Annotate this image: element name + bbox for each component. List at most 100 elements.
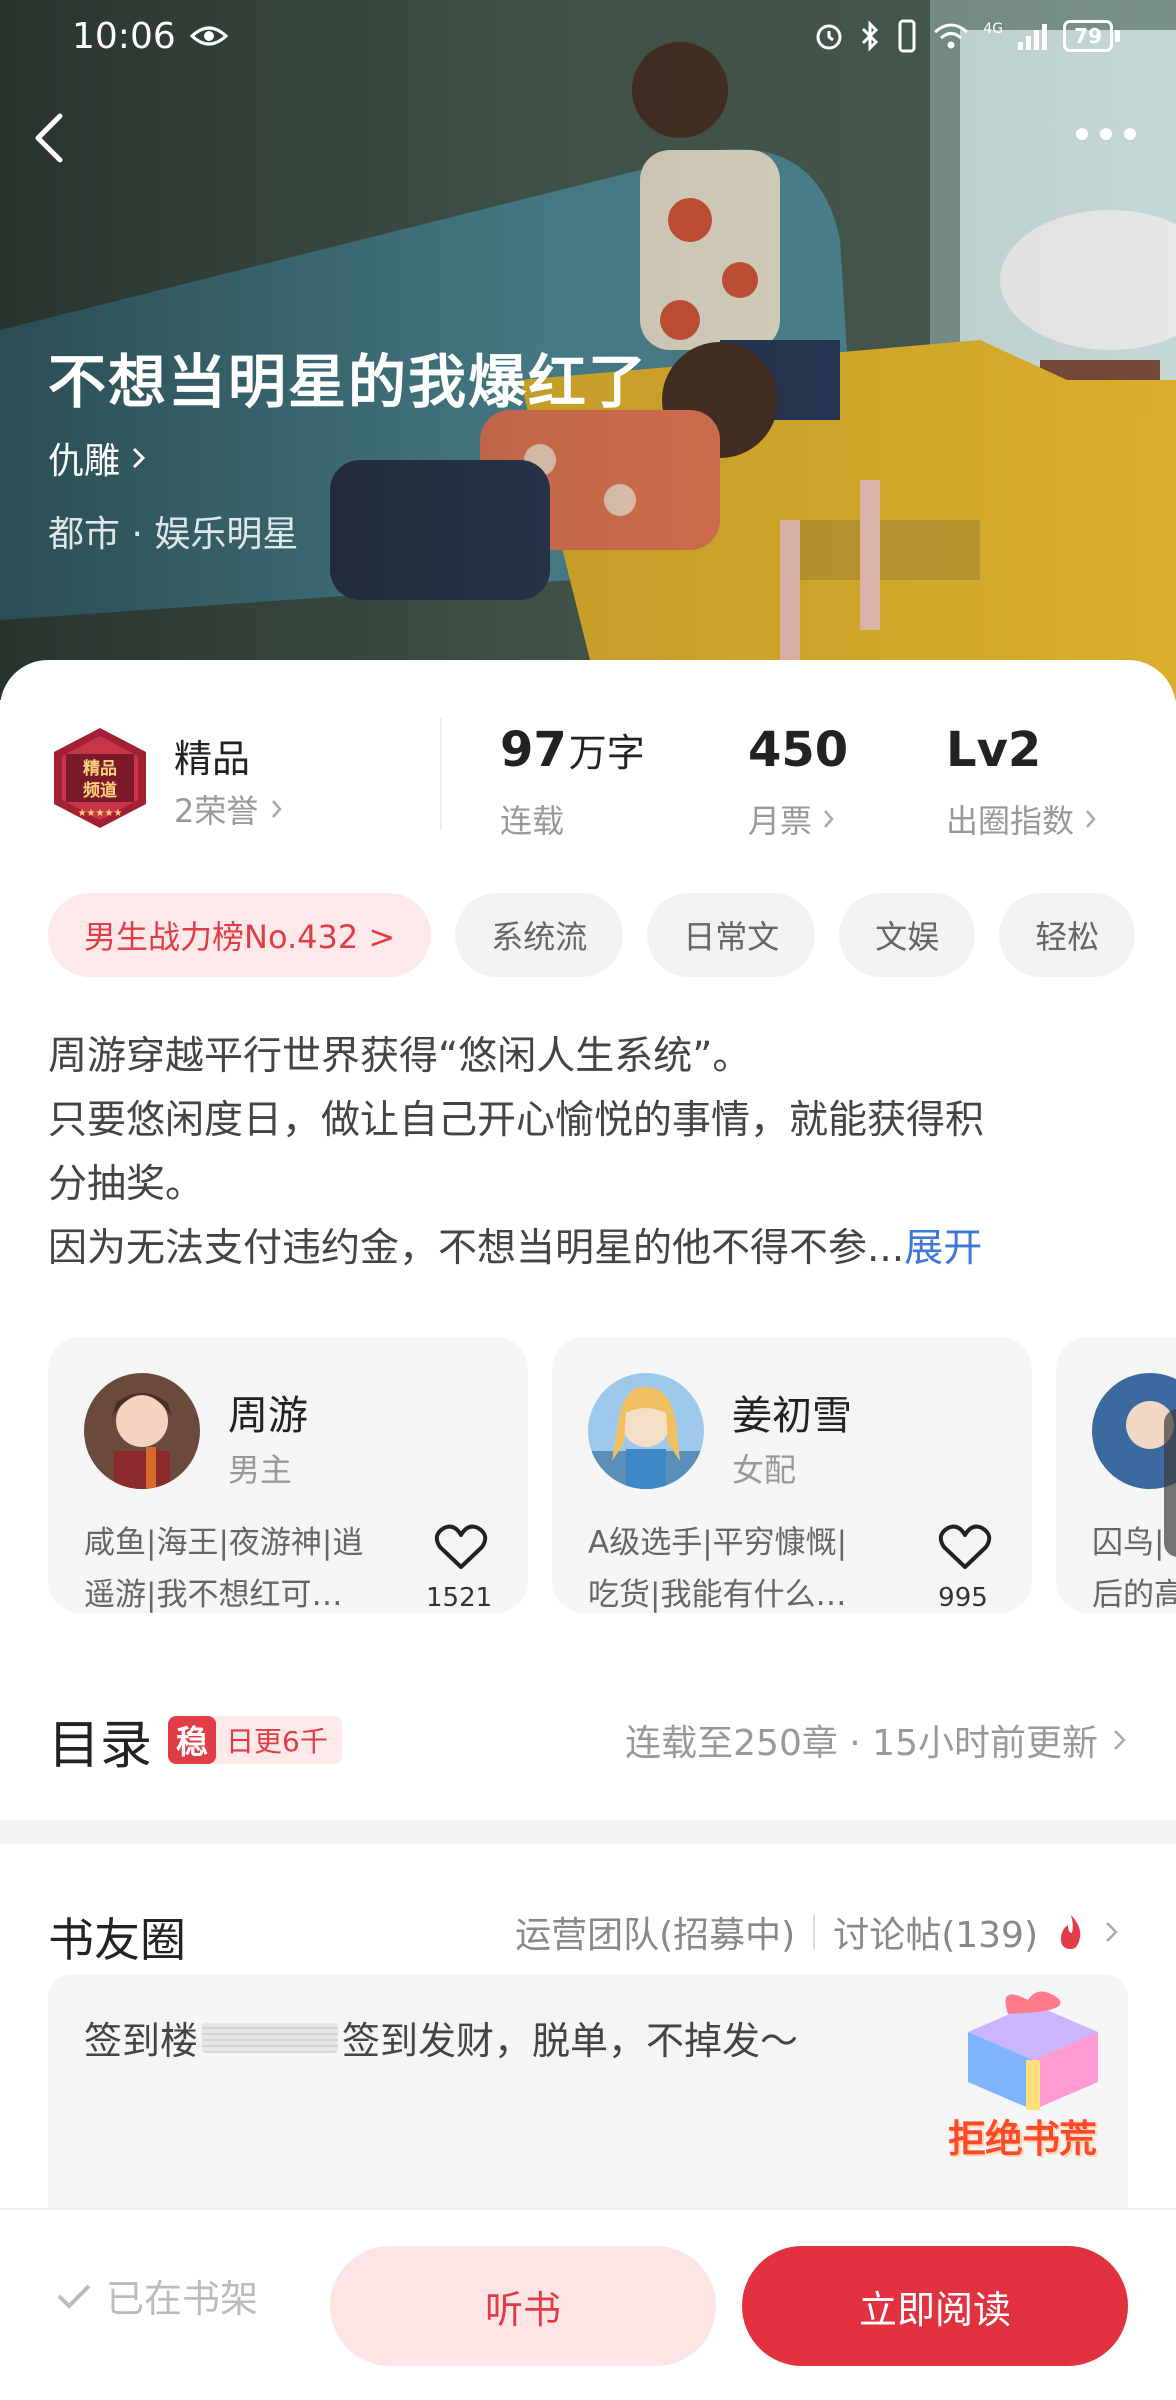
chevron-right-icon	[132, 447, 146, 469]
chevron-right-icon	[1114, 1730, 1126, 1750]
premium-channel-badge-icon[interactable]: 精品 频道 ★★★★★	[48, 724, 152, 832]
signal-icon	[1018, 24, 1048, 50]
catalog-row[interactable]: 目录 稳 日更6千 连载至250章 · 15小时前更新	[48, 1700, 1128, 1780]
character-list: 周游 男主 咸鱼|海王|夜游神|逍 遥游|我不想红可… 1521 姜初雪 女配 …	[48, 1337, 1176, 1613]
discussion-link[interactable]: 讨论帖(139)	[833, 1906, 1038, 1958]
character-desc-line: A级选手|平穷慷慨|	[588, 1525, 848, 1561]
intro-line: 因为无法支付违约金，不想当明星的他不得不参...	[48, 1226, 905, 1271]
tag-list: 男生战力榜No.432 > 系统流 日常文 文娱 轻松	[48, 893, 1176, 977]
character-desc-line: 吃货|我能有什么…	[588, 1577, 847, 1613]
tag-chip[interactable]: 日常文	[647, 893, 816, 977]
chevron-right-icon	[824, 810, 834, 828]
book-genre: 都市 · 娱乐明星	[48, 514, 299, 555]
book-circle-section: 书友圈 运营团队(招募中) 讨论帖(139) 签到楼 签到发财，脱单，不掉发～ …	[0, 1844, 1176, 2274]
vibrate-icon	[898, 19, 916, 53]
battery-tip	[1115, 30, 1120, 42]
svg-text:频道: 频道	[83, 780, 117, 801]
tag-chip[interactable]: 文娱	[839, 893, 976, 977]
post-suffix: 签到发财，脱单，不掉发～	[342, 2019, 799, 2063]
character-desc-line: 遥游|我不想红可…	[84, 1577, 343, 1613]
more-options-icon[interactable]	[1072, 120, 1140, 148]
word-count-value: 97	[500, 722, 567, 778]
character-desc-line: 咸鱼|海王|夜游神|逍	[84, 1525, 364, 1561]
like-count: 1521	[426, 1583, 493, 1613]
chevron-right-icon[interactable]	[1104, 1918, 1120, 1946]
tag-chip[interactable]: 系统流	[455, 893, 624, 977]
character-desc-line: 后的高	[1092, 1577, 1176, 1613]
author-name: 仇雕	[48, 441, 121, 482]
back-arrow-icon[interactable]	[30, 108, 70, 168]
like-count: 995	[938, 1583, 988, 1613]
character-avatar	[84, 1373, 200, 1489]
hero-cover: 10:06 4G 79 不想当明星的我爆红了 仇雕 都市 · 娱乐明星	[0, 0, 1176, 700]
character-role: 女配	[732, 1451, 797, 1489]
book-stats: 精品 频道 ★★★★★ 精品 2荣誉 97 万字 连载 450 月票 Lv2 出圈…	[48, 710, 1148, 850]
post-prefix: 签到楼	[84, 2019, 199, 2063]
alarm-icon	[816, 24, 842, 50]
expand-link[interactable]: 展开	[904, 1226, 982, 1271]
status-time: 10:06	[72, 15, 176, 57]
character-card[interactable]: 周游 男主 咸鱼|海王|夜游神|逍 遥游|我不想红可… 1521	[48, 1337, 528, 1613]
wifi-icon	[934, 23, 969, 49]
chapter-status: 连载至250章 · 15小时前更新	[625, 1723, 1098, 1764]
character-card[interactable]: 囚鸟| 后的高 更 多 角 色	[1056, 1337, 1176, 1613]
in-shelf-label: 已在书架	[106, 2277, 259, 2321]
word-count-unit: 万字	[568, 731, 645, 775]
intro-line: 分抽奖。	[48, 1162, 205, 1207]
bluetooth-icon	[862, 20, 879, 52]
chevron-right-icon	[272, 800, 283, 818]
operation-team-link[interactable]: 运营团队(招募中)	[515, 1906, 795, 1958]
circle-title: 书友圈	[48, 1913, 186, 1967]
check-icon	[57, 2284, 91, 2309]
character-name: 姜初雪	[732, 1393, 852, 1439]
update-frequency: 日更6千	[226, 1725, 328, 1758]
character-role: 男主	[228, 1451, 293, 1489]
popularity-level: Lv2	[946, 722, 1042, 778]
svg-text:精品: 精品	[83, 758, 117, 779]
book-title: 不想当明星的我爆红了	[48, 348, 649, 416]
bottom-action-bar: 已在书架 听书 立即阅读	[0, 2208, 1176, 2400]
network-type: 4G	[983, 21, 1004, 37]
catalog-title: 目录	[48, 1715, 153, 1776]
premium-label: 精品	[174, 737, 251, 781]
character-desc: 咸鱼|海王|夜游神|逍 遥游|我不想红可…	[84, 1517, 424, 1613]
serial-status: 连载	[500, 802, 565, 840]
book-intro[interactable]: 周游穿越平行世界获得“悠闲人生系统”。 只要悠闲度日，做让自己开心愉悦的事情，就…	[48, 1025, 1138, 1281]
intro-line: 周游穿越平行世界获得“悠闲人生系统”。	[48, 1034, 752, 1079]
chevron-right-icon	[1086, 810, 1096, 828]
honors-count: 2荣誉	[174, 792, 259, 830]
rank-tag[interactable]: 男生战力榜No.432 >	[48, 893, 432, 977]
gift-box-icon	[968, 1991, 1098, 2110]
flame-icon	[1060, 1915, 1081, 1949]
read-now-button[interactable]: 立即阅读	[742, 2246, 1128, 2366]
popularity-stat[interactable]: Lv2 出圈指数	[946, 722, 1098, 842]
more-roles-button[interactable]: 更 多 角 色	[1164, 1409, 1176, 1557]
monthly-ticket-stat[interactable]: 450 月票	[748, 722, 848, 842]
monthly-ticket-value: 450	[748, 722, 849, 778]
popularity-label: 出圈指数	[946, 802, 1075, 840]
in-shelf-status[interactable]: 已在书架	[56, 2268, 258, 2323]
eye-icon	[189, 26, 228, 46]
character-name: 周游	[228, 1393, 308, 1439]
blurred-text	[202, 2022, 339, 2053]
listen-button[interactable]: 听书	[330, 2246, 716, 2366]
character-card[interactable]: 姜初雪 女配 A级选手|平穷慷慨| 吃货|我能有什么… 995	[552, 1337, 1032, 1613]
character-desc: A级选手|平穷慷慨| 吃货|我能有什么…	[588, 1517, 928, 1613]
heart-icon[interactable]	[938, 1523, 992, 1571]
battery-indicator: 79	[1063, 20, 1120, 52]
circle-links: 运营团队(招募中) 讨论帖(139)	[515, 1906, 1120, 1958]
battery-level: 79	[1063, 20, 1113, 52]
promo-gift[interactable]: 拒绝书荒	[938, 1984, 1128, 2161]
word-count-stat: 97 万字 连载	[500, 722, 645, 842]
svg-text:★★★★★: ★★★★★	[78, 808, 123, 819]
tag-chip[interactable]: 轻松	[999, 893, 1136, 977]
monthly-ticket-label: 月票	[748, 802, 813, 840]
author-link[interactable]: 仇雕	[48, 432, 148, 484]
character-avatar	[588, 1373, 704, 1489]
heart-icon[interactable]	[434, 1523, 488, 1571]
honors-link[interactable]: 2荣誉	[174, 786, 284, 832]
gift-label: 拒绝书荒	[948, 2117, 1097, 2161]
stable-update-icon: 稳	[168, 1716, 217, 1764]
status-bar: 10:06 4G 79	[0, 0, 1176, 72]
link-separator	[813, 1914, 816, 1950]
